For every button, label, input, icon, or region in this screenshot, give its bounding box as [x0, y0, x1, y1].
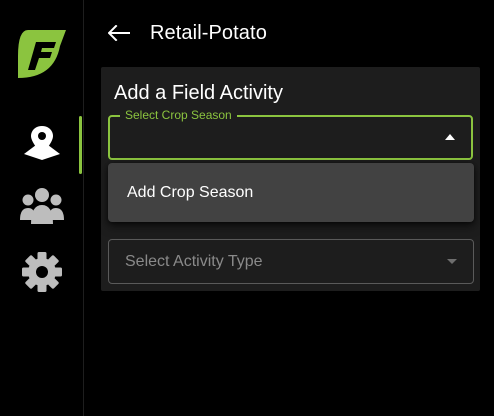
panel-title: Add a Field Activity — [114, 82, 283, 104]
caret-down-icon — [447, 259, 457, 264]
crop-season-label: Select Crop Season — [120, 107, 237, 123]
sidebar-item-fields[interactable] — [0, 116, 84, 174]
page-header: Retail-Potato — [108, 18, 267, 48]
gear-icon — [21, 251, 63, 298]
page-title: Retail-Potato — [150, 21, 267, 44]
menu-item-add-crop-season[interactable]: Add Crop Season — [108, 163, 474, 222]
map-pin-icon — [22, 124, 62, 165]
team-icon — [20, 186, 64, 231]
agri-logo-icon[interactable] — [14, 28, 68, 80]
activity-type-select[interactable]: Select Activity Type — [108, 239, 474, 284]
sidebar-item-settings[interactable] — [0, 246, 84, 302]
sidebar-item-team[interactable] — [0, 180, 84, 236]
caret-up-icon — [445, 134, 455, 140]
arrow-left-icon[interactable] — [108, 22, 130, 44]
app-root: Retail-Potato Add a Field Activity Selec… — [0, 0, 494, 416]
sidebar — [0, 0, 84, 416]
crop-season-select[interactable]: Select Crop Season — [108, 107, 473, 160]
crop-season-menu: Add Crop Season — [108, 163, 474, 222]
activity-type-placeholder: Select Activity Type — [125, 253, 263, 270]
